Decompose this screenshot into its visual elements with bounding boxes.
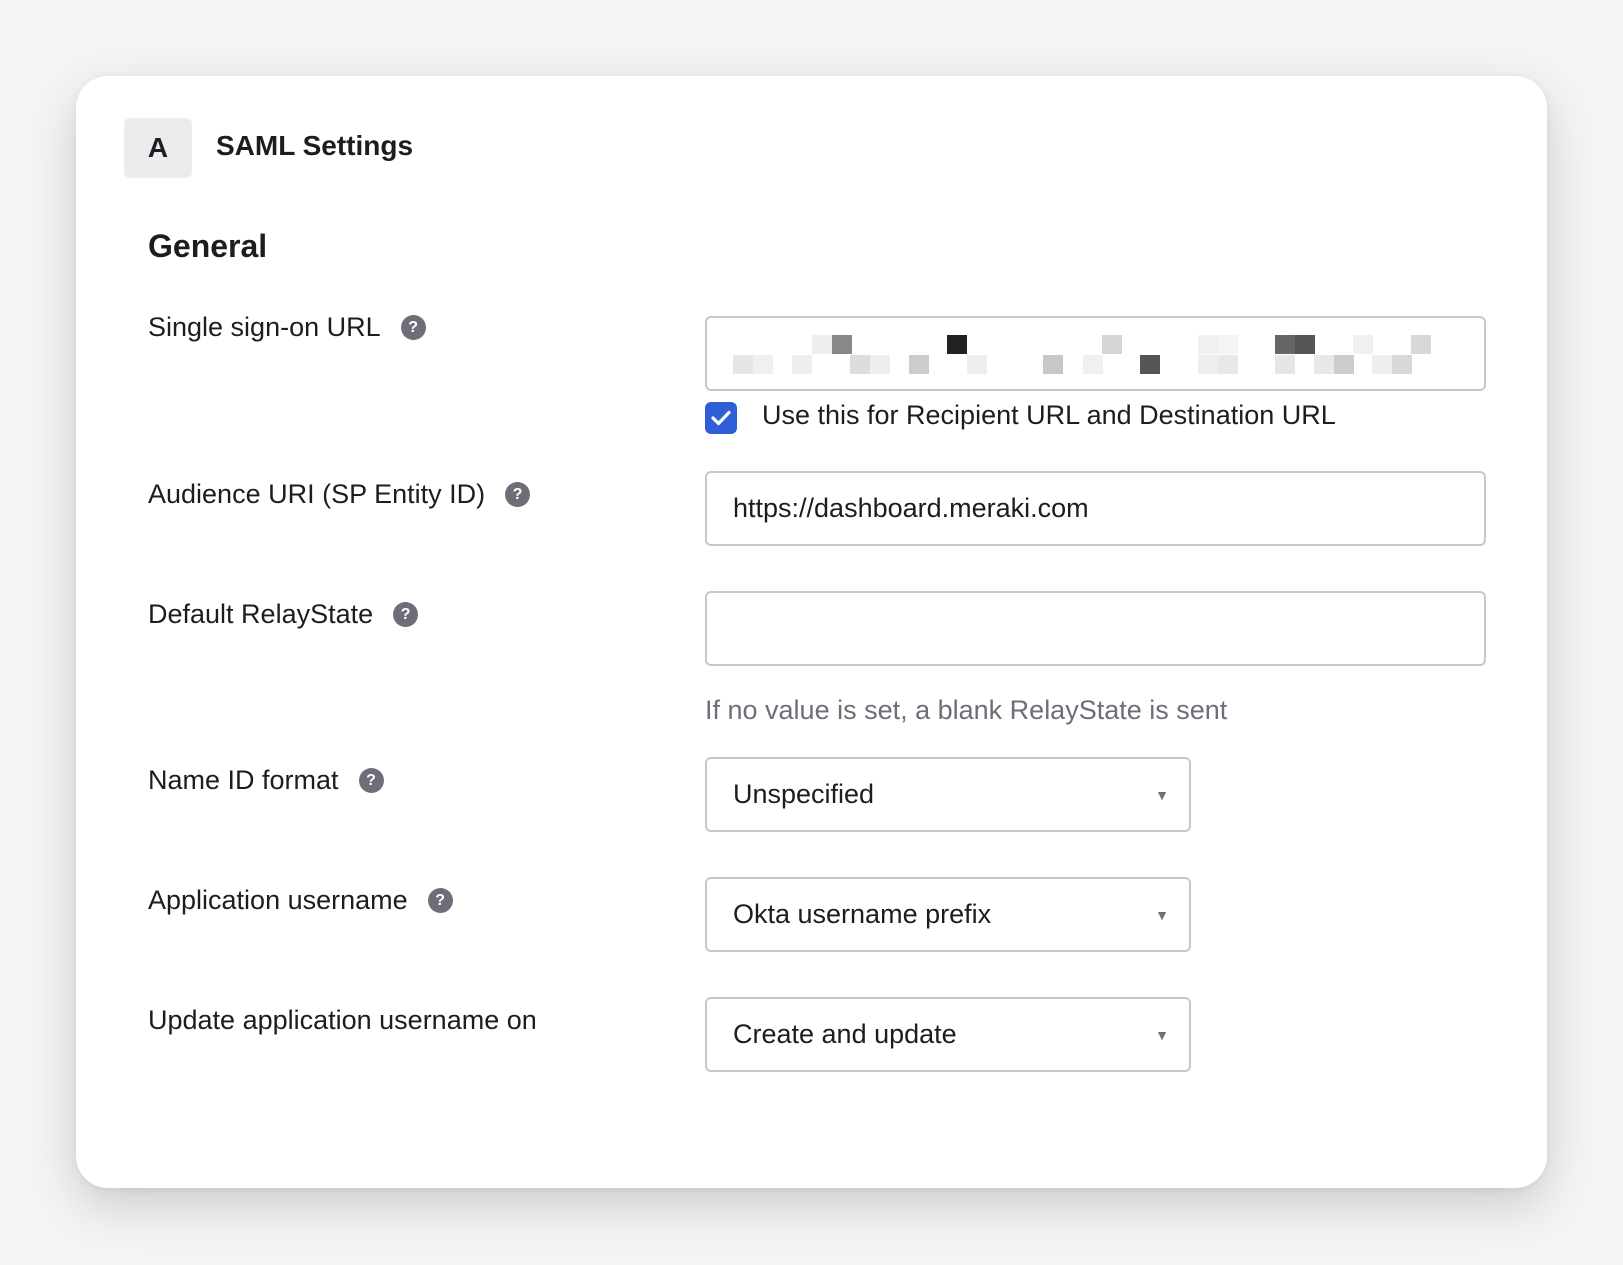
- section-title: General: [148, 228, 268, 264]
- audience-uri-label: Audience URI (SP Entity ID) ?: [148, 479, 531, 510]
- redacted-pixel: [733, 355, 753, 374]
- question-circle-icon[interactable]: ?: [393, 602, 419, 627]
- redacted-pixel: [1314, 355, 1334, 374]
- update-username-on-label-text: Update application username on: [148, 1005, 537, 1035]
- redacted-pixel: [792, 355, 812, 374]
- name-id-format-label-text: Name ID format: [148, 765, 339, 795]
- recipient-destination-checkbox-label[interactable]: Use this for Recipient URL and Destinati…: [762, 400, 1336, 431]
- redacted-pixel: [870, 355, 890, 374]
- redacted-pixel: [1334, 355, 1354, 374]
- card-title: SAML Settings: [216, 130, 414, 161]
- redacted-pixel: [1198, 355, 1218, 374]
- audience-uri-input[interactable]: [705, 471, 1486, 546]
- saml-settings-card: A SAML Settings General Single sign-on U…: [76, 76, 1547, 1188]
- app-username-select[interactable]: Okta username prefix ▼: [705, 877, 1191, 952]
- redacted-pixel: [967, 355, 987, 374]
- redacted-pixel: [1372, 355, 1392, 374]
- question-circle-icon[interactable]: ?: [400, 315, 426, 340]
- redacted-pixel: [1083, 355, 1103, 374]
- redacted-pixel: [1392, 355, 1412, 374]
- redacted-pixel: [1275, 335, 1295, 354]
- caret-down-icon: ▼: [1155, 906, 1169, 923]
- update-username-on-value: Create and update: [733, 1019, 957, 1049]
- redacted-pixel: [947, 335, 967, 354]
- app-username-label-text: Application username: [148, 885, 408, 915]
- app-username-value: Okta username prefix: [733, 899, 992, 929]
- checkmark-icon: [711, 410, 731, 426]
- relay-state-input[interactable]: [705, 591, 1486, 666]
- caret-down-icon: ▼: [1155, 786, 1169, 803]
- relay-state-hint: If no value is set, a blank RelayState i…: [705, 695, 1228, 725]
- app-badge: A: [124, 118, 192, 178]
- question-circle-icon[interactable]: ?: [427, 888, 453, 913]
- redacted-pixel: [812, 335, 832, 354]
- update-username-on-label: Update application username on: [148, 1005, 537, 1036]
- redacted-pixel: [909, 355, 929, 374]
- redacted-pixel: [832, 335, 852, 354]
- redacted-pixel: [850, 355, 870, 374]
- redacted-pixel: [1043, 355, 1063, 374]
- relay-state-label-text: Default RelayState: [148, 599, 374, 629]
- redacted-pixel: [1102, 335, 1122, 354]
- audience-uri-label-text: Audience URI (SP Entity ID): [148, 479, 486, 509]
- sso-url-input[interactable]: [705, 316, 1486, 391]
- redacted-pixel: [1353, 335, 1373, 354]
- caret-down-icon: ▼: [1155, 1026, 1169, 1043]
- name-id-format-label: Name ID format ?: [148, 765, 384, 796]
- redacted-pixel: [1411, 335, 1431, 354]
- redacted-pixel: [1295, 335, 1315, 354]
- sso-url-label: Single sign-on URL ?: [148, 312, 426, 343]
- redacted-pixel: [753, 355, 773, 374]
- redacted-pixel: [1275, 355, 1295, 374]
- question-circle-icon[interactable]: ?: [505, 482, 531, 507]
- update-username-on-select[interactable]: Create and update ▼: [705, 997, 1191, 1072]
- question-circle-icon[interactable]: ?: [358, 768, 384, 793]
- relay-state-label: Default RelayState ?: [148, 599, 419, 630]
- redacted-pixel: [1140, 355, 1160, 374]
- redacted-pixel: [1218, 335, 1238, 354]
- app-username-label: Application username ?: [148, 885, 453, 916]
- sso-url-label-text: Single sign-on URL: [148, 312, 381, 342]
- name-id-format-value: Unspecified: [733, 779, 875, 809]
- redacted-pixel: [1198, 335, 1218, 354]
- recipient-destination-checkbox[interactable]: [705, 402, 737, 434]
- redacted-pixel: [1218, 355, 1238, 374]
- name-id-format-select[interactable]: Unspecified ▼: [705, 757, 1191, 832]
